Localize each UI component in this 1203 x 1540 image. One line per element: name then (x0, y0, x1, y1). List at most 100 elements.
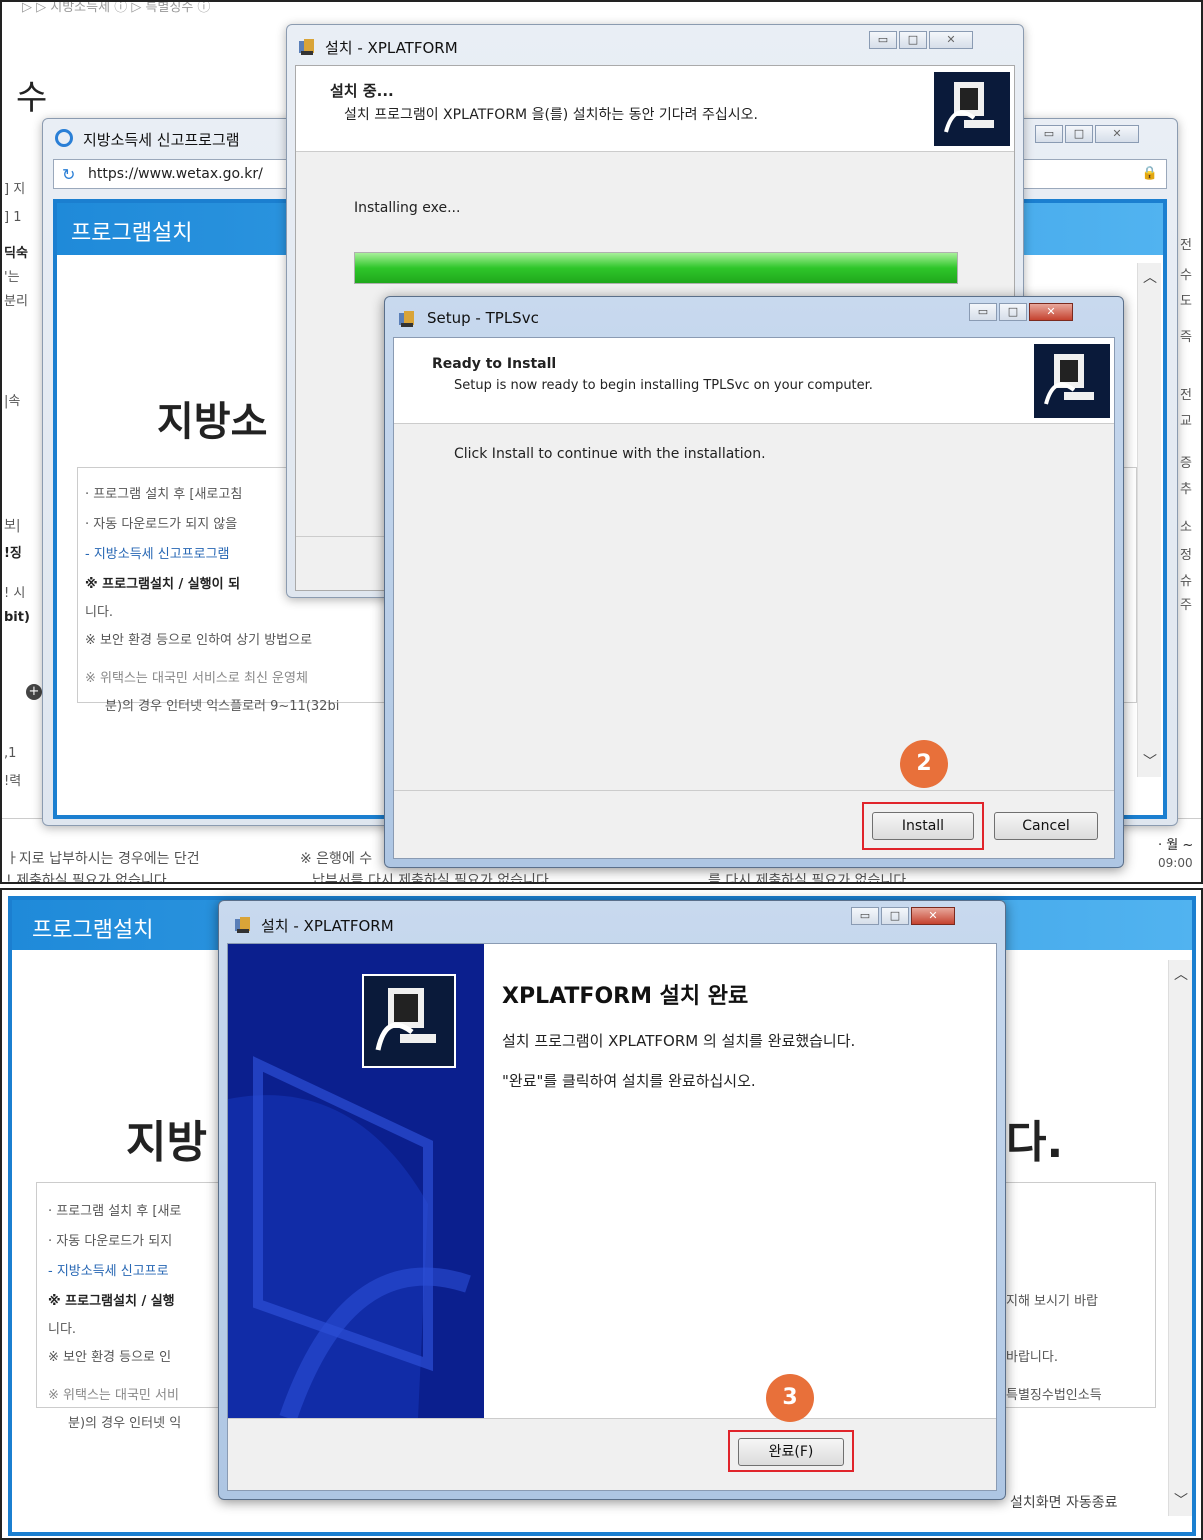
left-fragment: ! 시 (4, 586, 26, 601)
big-heading-left: 지방 (126, 1117, 207, 1168)
notice-line: ※ 위택스는 대국민 서비 (48, 1388, 179, 1403)
xplatform-finish-dialog: 설치 - XPLATFORM ▭ □ ✕ XPLATFORM 설치 완료 설치 … (218, 900, 1006, 1500)
left-fragment: !력 (4, 774, 22, 789)
right-fragment: 도 (1180, 294, 1192, 309)
scroll-up-icon[interactable]: ︿ (1174, 964, 1188, 984)
finish-heading: XPLATFORM 설치 완료 (502, 984, 749, 1009)
scrollbar[interactable]: ︿ ﹀ (1168, 960, 1192, 1516)
ie-icon (55, 129, 73, 147)
right-fragment: 수 (1180, 268, 1192, 283)
finish-button[interactable]: 완료(F) (738, 1438, 844, 1466)
cancel-button[interactable]: Cancel (994, 812, 1098, 840)
dialog-title: 설치 - XPLATFORM (325, 39, 458, 57)
breadcrumb: ▷ ▷ 지방소득세 ⓘ ▷ 특별징수 ⓘ (22, 0, 211, 15)
notice-line: 니다. (85, 605, 114, 620)
install-panel-title: 프로그램설치 (71, 221, 193, 246)
lock-icon: 🔒 (1141, 166, 1158, 181)
maximize-button[interactable]: □ (1065, 125, 1093, 143)
notice-line: ※ 보안 환경 등으로 인 (48, 1350, 172, 1365)
step-badge: 3 (766, 1374, 814, 1422)
install-panel-title: 프로그램설치 (32, 918, 154, 943)
left-fragment: 딕숙 (4, 246, 28, 261)
notice-right-line: 바랍니다. (1006, 1350, 1058, 1365)
left-fragment: |속 (4, 394, 21, 409)
header-title: 설치 중... (330, 82, 394, 100)
finish-line-1: 설치 프로그램이 XPLATFORM 의 설치를 완료했습니다. (502, 1032, 856, 1050)
right-fragment: 주 (1180, 598, 1192, 613)
left-fragment: ,1 (4, 746, 17, 761)
scroll-up-icon[interactable]: ︿ (1143, 267, 1157, 287)
setup-logo-icon (1032, 342, 1112, 420)
close-button[interactable]: ✕ (1029, 303, 1073, 321)
minimize-button[interactable]: ▭ (969, 303, 997, 321)
dialog-window-controls: ▭ □ ✕ (849, 907, 955, 925)
right-fragment: 소 (1180, 520, 1192, 535)
header-subtitle: 설치 프로그램이 XPLATFORM 을(를) 설치하는 동안 기다려 주십시오… (344, 107, 758, 123)
right-fragment: 추 (1180, 482, 1192, 497)
minimize-button[interactable]: ▭ (851, 907, 879, 925)
right-fragment: 슈 (1180, 574, 1192, 589)
right-fragment: 즉 (1180, 330, 1192, 345)
auto-close-text: 설치화면 자동종료 (1010, 1495, 1118, 1511)
panel-finish: 프로그램설치 지방 다. · 프로그램 설치 후 [새로 · 자동 다운로드가 … (0, 888, 1203, 1540)
notice-line: · 자동 다운로드가 되지 않을 (85, 517, 238, 532)
install-status: Installing exe... (354, 200, 461, 216)
left-fragment: 분리 (4, 294, 28, 309)
page-heading-char: 수 (16, 78, 48, 118)
scrollbar[interactable]: ︿ ﹀ (1137, 263, 1161, 777)
notice-line: · 자동 다운로드가 되지 (48, 1234, 173, 1249)
dialog-window-controls: ▭ □ ✕ (967, 303, 1073, 321)
refresh-icon[interactable]: ↻ (62, 165, 75, 184)
left-fragment: bit) (4, 610, 30, 625)
notice-link[interactable]: - 지방소득세 신고프로 (48, 1260, 169, 1279)
plus-icon[interactable]: + (26, 684, 42, 700)
bottom-mid-text: ※ 은행에 수 (300, 851, 373, 867)
notice-link[interactable]: - 지방소득세 신고프로그램 (85, 543, 230, 562)
notice-line: 분)의 경우 인터넷 익스플로러 9~11(32bi (105, 699, 340, 714)
finish-line-2: "완료"를 클릭하여 설치를 완료하십시오. (502, 1072, 756, 1090)
setup-icon (397, 309, 417, 329)
right-fragment: 증 (1180, 456, 1192, 471)
notice-line-bold: ※ 프로그램설치 / 실행 (48, 1294, 175, 1309)
left-fragment: !징 (4, 546, 22, 561)
big-heading: 지방소 (157, 399, 268, 445)
bottom-left-text: ㅏ지로 납부하시는 경우에는 단건 (6, 851, 200, 867)
maximize-button[interactable]: □ (881, 907, 909, 925)
left-fragment: '는 (4, 270, 20, 285)
progress-bar (354, 252, 958, 284)
browser-window-controls: ▭ □ ✕ (1033, 125, 1139, 143)
close-button[interactable]: ✕ (929, 31, 973, 49)
dialog-header: Ready to Install Setup is now ready to b… (394, 338, 1114, 424)
notice-line: · 프로그램 설치 후 [새로 (48, 1204, 182, 1219)
maximize-button[interactable]: □ (899, 31, 927, 49)
bottom-mid-text-2: 납부서를 다시 제출하실 필요가 없습니다 (312, 873, 549, 884)
header-title: Ready to Install (432, 356, 557, 372)
minimize-button[interactable]: ▭ (869, 31, 897, 49)
url-text: https://www.wetax.go.kr/ (88, 166, 263, 182)
install-button[interactable]: Install (872, 812, 974, 840)
dialog-title: Setup - TPLSvc (427, 309, 539, 327)
step-badge: 2 (900, 740, 948, 788)
close-button[interactable]: ✕ (1095, 125, 1139, 143)
close-button[interactable]: ✕ (911, 907, 955, 925)
notice-line: 니다. (48, 1322, 77, 1337)
left-fragment: ] 지 (4, 182, 26, 197)
minimize-button[interactable]: ▭ (1035, 125, 1063, 143)
dialog-title: 설치 - XPLATFORM (261, 917, 394, 935)
big-heading-right: 다. (1006, 1117, 1064, 1168)
notice-line: ※ 보안 환경 등으로 인하여 상기 방법으로 (85, 633, 313, 648)
dialog-footer (228, 1418, 996, 1490)
left-fragment: ] 1 (4, 210, 22, 225)
dialog-header: 설치 중... 설치 프로그램이 XPLATFORM 을(를) 설치하는 동안 … (296, 66, 1014, 152)
setup-logo-icon (362, 974, 456, 1068)
scroll-down-icon[interactable]: ﹀ (1174, 1490, 1188, 1510)
scroll-down-icon[interactable]: ﹀ (1143, 751, 1157, 771)
notice-right-line: 특별징수법인소득 (1006, 1388, 1102, 1403)
notice-right-line: 지해 보시기 바랍 (1006, 1294, 1098, 1309)
maximize-button[interactable]: □ (999, 303, 1027, 321)
setup-icon (233, 915, 253, 935)
notice-line-bold: ※ 프로그램설치 / 실행이 되 (85, 577, 241, 592)
setup-logo-icon (932, 70, 1012, 148)
right-fragment: 전 (1180, 388, 1192, 403)
dialog-footer-divider (394, 790, 1114, 791)
